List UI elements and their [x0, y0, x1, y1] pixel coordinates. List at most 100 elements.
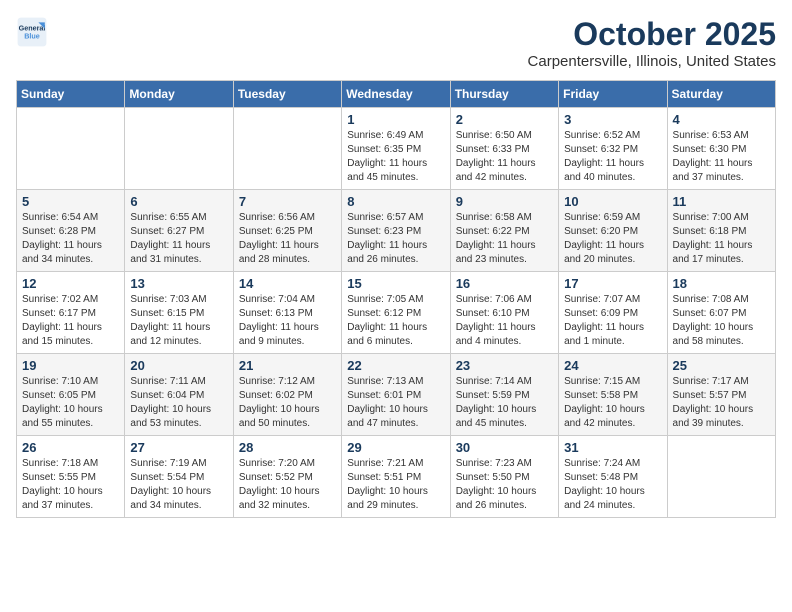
day-info: Sunrise: 6:52 AM Sunset: 6:32 PM Dayligh…: [564, 129, 661, 185]
day-info: Sunrise: 7:15 AM Sunset: 5:58 PM Dayligh…: [564, 375, 661, 431]
day-info: Sunrise: 7:10 AM Sunset: 6:05 PM Dayligh…: [22, 375, 119, 431]
weekday-header-row: SundayMondayTuesdayWednesdayThursdayFrid…: [17, 81, 776, 108]
calendar-cell: 8 Sunrise: 6:57 AM Sunset: 6:23 PM Daylig…: [342, 190, 450, 272]
calendar-cell: 31Sunrise: 7:24 AM Sunset: 5:48 PM Dayli…: [559, 436, 667, 518]
calendar-cell: 20 Sunrise: 7:11 AM Sunset: 6:04 PM Dayli…: [125, 354, 233, 436]
calendar-cell: [125, 108, 233, 190]
calendar-cell: 18Sunrise: 7:08 AM Sunset: 6:07 PM Dayli…: [667, 272, 775, 354]
day-info: Sunrise: 7:18 AM Sunset: 5:55 PM Dayligh…: [22, 457, 119, 513]
calendar-cell: 26Sunrise: 7:18 AM Sunset: 5:55 PM Dayli…: [17, 436, 125, 518]
day-number: 5: [22, 194, 119, 209]
day-info: Sunrise: 7:06 AM Sunset: 6:10 PM Dayligh…: [456, 293, 553, 349]
day-number: 24: [564, 358, 661, 373]
day-info: Sunrise: 7:23 AM Sunset: 5:50 PM Dayligh…: [456, 457, 553, 513]
day-info: Sunrise: 7:21 AM Sunset: 5:51 PM Dayligh…: [347, 457, 444, 513]
calendar-cell: 30 Sunrise: 7:23 AM Sunset: 5:50 PM Dayli…: [450, 436, 558, 518]
calendar-cell: 4 Sunrise: 6:53 AM Sunset: 6:30 PM Daylig…: [667, 108, 775, 190]
calendar-cell: 25Sunrise: 7:17 AM Sunset: 5:57 PM Dayli…: [667, 354, 775, 436]
weekday-header: Tuesday: [233, 81, 341, 108]
day-number: 8: [347, 194, 444, 209]
calendar-cell: 28 Sunrise: 7:20 AM Sunset: 5:52 PM Dayli…: [233, 436, 341, 518]
calendar-cell: 1 Sunrise: 6:49 AM Sunset: 6:35 PM Daylig…: [342, 108, 450, 190]
day-info: Sunrise: 7:13 AM Sunset: 6:01 PM Dayligh…: [347, 375, 444, 431]
weekday-header: Wednesday: [342, 81, 450, 108]
day-number: 28: [239, 440, 336, 455]
calendar-cell: 11 Sunrise: 7:00 AM Sunset: 6:18 PM Dayli…: [667, 190, 775, 272]
calendar-cell: 6 Sunrise: 6:55 AM Sunset: 6:27 PM Daylig…: [125, 190, 233, 272]
day-info: Sunrise: 6:59 AM Sunset: 6:20 PM Dayligh…: [564, 211, 661, 267]
calendar-cell: 10 Sunrise: 6:59 AM Sunset: 6:20 PM Dayli…: [559, 190, 667, 272]
calendar-cell: 14 Sunrise: 7:04 AM Sunset: 6:13 PM Dayli…: [233, 272, 341, 354]
day-number: 17: [564, 276, 661, 291]
calendar-cell: 12Sunrise: 7:02 AM Sunset: 6:17 PM Dayli…: [17, 272, 125, 354]
calendar-cell: 7Sunrise: 6:56 AM Sunset: 6:25 PM Daylig…: [233, 190, 341, 272]
calendar-cell: 3Sunrise: 6:52 AM Sunset: 6:32 PM Daylig…: [559, 108, 667, 190]
day-number: 11: [673, 194, 770, 209]
calendar-cell: 15 Sunrise: 7:05 AM Sunset: 6:12 PM Dayli…: [342, 272, 450, 354]
month-title: October 2025: [528, 16, 776, 53]
calendar-cell: 13Sunrise: 7:03 AM Sunset: 6:15 PM Dayli…: [125, 272, 233, 354]
calendar-cell: 5 Sunrise: 6:54 AM Sunset: 6:28 PM Daylig…: [17, 190, 125, 272]
day-number: 16: [456, 276, 553, 291]
day-info: Sunrise: 7:05 AM Sunset: 6:12 PM Dayligh…: [347, 293, 444, 349]
weekday-header: Saturday: [667, 81, 775, 108]
day-info: Sunrise: 7:00 AM Sunset: 6:18 PM Dayligh…: [673, 211, 770, 267]
title-block: October 2025 Carpentersville, Illinois, …: [528, 16, 776, 70]
day-number: 1: [347, 112, 444, 127]
day-info: Sunrise: 6:57 AM Sunset: 6:23 PM Dayligh…: [347, 211, 444, 267]
calendar-week-row: 5 Sunrise: 6:54 AM Sunset: 6:28 PM Daylig…: [17, 190, 776, 272]
day-info: Sunrise: 7:02 AM Sunset: 6:17 PM Dayligh…: [22, 293, 119, 349]
day-number: 30: [456, 440, 553, 455]
day-number: 2: [456, 112, 553, 127]
calendar-cell: [17, 108, 125, 190]
calendar-cell: 24 Sunrise: 7:15 AM Sunset: 5:58 PM Dayli…: [559, 354, 667, 436]
day-info: Sunrise: 7:08 AM Sunset: 6:07 PM Dayligh…: [673, 293, 770, 349]
calendar-cell: 21 Sunrise: 7:12 AM Sunset: 6:02 PM Dayli…: [233, 354, 341, 436]
day-info: Sunrise: 7:07 AM Sunset: 6:09 PM Dayligh…: [564, 293, 661, 349]
day-number: 20: [130, 358, 227, 373]
logo: General Blue: [16, 16, 48, 48]
day-number: 6: [130, 194, 227, 209]
weekday-header: Monday: [125, 81, 233, 108]
calendar-cell: 27 Sunrise: 7:19 AM Sunset: 5:54 PM Dayli…: [125, 436, 233, 518]
calendar-cell: 2 Sunrise: 6:50 AM Sunset: 6:33 PM Daylig…: [450, 108, 558, 190]
calendar-cell: 29Sunrise: 7:21 AM Sunset: 5:51 PM Dayli…: [342, 436, 450, 518]
day-info: Sunrise: 7:04 AM Sunset: 6:13 PM Dayligh…: [239, 293, 336, 349]
day-number: 21: [239, 358, 336, 373]
weekday-header: Friday: [559, 81, 667, 108]
day-info: Sunrise: 7:19 AM Sunset: 5:54 PM Dayligh…: [130, 457, 227, 513]
calendar-week-row: 19 Sunrise: 7:10 AM Sunset: 6:05 PM Dayli…: [17, 354, 776, 436]
day-info: Sunrise: 6:49 AM Sunset: 6:35 PM Dayligh…: [347, 129, 444, 185]
day-info: Sunrise: 7:14 AM Sunset: 5:59 PM Dayligh…: [456, 375, 553, 431]
day-info: Sunrise: 6:56 AM Sunset: 6:25 PM Dayligh…: [239, 211, 336, 267]
day-info: Sunrise: 7:20 AM Sunset: 5:52 PM Dayligh…: [239, 457, 336, 513]
day-number: 27: [130, 440, 227, 455]
calendar-week-row: 1 Sunrise: 6:49 AM Sunset: 6:35 PM Daylig…: [17, 108, 776, 190]
calendar-week-row: 26Sunrise: 7:18 AM Sunset: 5:55 PM Dayli…: [17, 436, 776, 518]
svg-text:Blue: Blue: [24, 31, 40, 40]
day-number: 22: [347, 358, 444, 373]
calendar-cell: 19 Sunrise: 7:10 AM Sunset: 6:05 PM Dayli…: [17, 354, 125, 436]
day-number: 19: [22, 358, 119, 373]
calendar-cell: [667, 436, 775, 518]
day-number: 4: [673, 112, 770, 127]
calendar-cell: 23Sunrise: 7:14 AM Sunset: 5:59 PM Dayli…: [450, 354, 558, 436]
day-info: Sunrise: 6:50 AM Sunset: 6:33 PM Dayligh…: [456, 129, 553, 185]
day-info: Sunrise: 6:58 AM Sunset: 6:22 PM Dayligh…: [456, 211, 553, 267]
calendar-cell: [233, 108, 341, 190]
day-info: Sunrise: 6:54 AM Sunset: 6:28 PM Dayligh…: [22, 211, 119, 267]
day-info: Sunrise: 7:11 AM Sunset: 6:04 PM Dayligh…: [130, 375, 227, 431]
day-number: 10: [564, 194, 661, 209]
calendar-week-row: 12Sunrise: 7:02 AM Sunset: 6:17 PM Dayli…: [17, 272, 776, 354]
day-info: Sunrise: 7:12 AM Sunset: 6:02 PM Dayligh…: [239, 375, 336, 431]
calendar-table: SundayMondayTuesdayWednesdayThursdayFrid…: [16, 80, 776, 518]
day-number: 9: [456, 194, 553, 209]
day-number: 15: [347, 276, 444, 291]
day-info: Sunrise: 6:55 AM Sunset: 6:27 PM Dayligh…: [130, 211, 227, 267]
day-info: Sunrise: 6:53 AM Sunset: 6:30 PM Dayligh…: [673, 129, 770, 185]
day-number: 14: [239, 276, 336, 291]
day-number: 25: [673, 358, 770, 373]
weekday-header: Sunday: [17, 81, 125, 108]
day-number: 31: [564, 440, 661, 455]
page-header: General Blue October 2025 Carpentersvill…: [16, 16, 776, 70]
